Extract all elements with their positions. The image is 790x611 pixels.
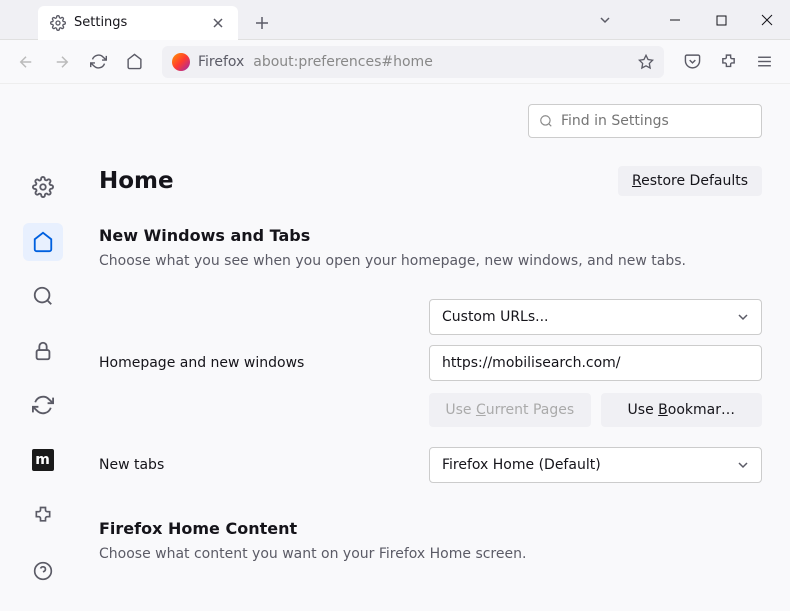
newtabs-value: Firefox Home (Default) bbox=[442, 457, 601, 473]
reload-button[interactable] bbox=[82, 46, 114, 78]
search-icon bbox=[539, 114, 553, 128]
settings-main: Home Restore Defaults New Windows and Ta… bbox=[85, 84, 790, 611]
newtabs-label: New tabs bbox=[99, 457, 429, 473]
toolbar: Firefox about:preferences#home bbox=[0, 40, 790, 84]
section-home-content-title: Firefox Home Content bbox=[99, 519, 762, 538]
section-new-windows-desc: Choose what you see when you open your h… bbox=[99, 253, 762, 269]
url-identity: Firefox about:preferences#home bbox=[198, 54, 630, 70]
homepage-mode-select[interactable]: Custom URLs... bbox=[429, 299, 762, 335]
sidebar-home[interactable] bbox=[23, 223, 63, 262]
menu-button[interactable] bbox=[748, 46, 780, 78]
forward-button[interactable] bbox=[46, 46, 78, 78]
section-home-content-desc: Choose what content you want on your Fir… bbox=[99, 546, 762, 562]
tab-dropdown-icon[interactable] bbox=[590, 0, 620, 40]
homepage-mode-value: Custom URLs... bbox=[442, 309, 549, 325]
homepage-url-input[interactable] bbox=[429, 345, 762, 381]
close-window-button[interactable] bbox=[744, 0, 790, 40]
gear-icon bbox=[50, 15, 66, 31]
settings-sidebar: m bbox=[0, 84, 85, 611]
newtabs-select[interactable]: Firefox Home (Default) bbox=[429, 447, 762, 483]
page-title: Home bbox=[99, 168, 174, 194]
chevron-down-icon bbox=[737, 311, 749, 323]
sidebar-help[interactable] bbox=[23, 551, 63, 591]
use-bookmark-button[interactable]: Use Bookmar… bbox=[601, 393, 763, 427]
extensions-icon[interactable] bbox=[712, 46, 744, 78]
firefox-icon bbox=[172, 53, 190, 71]
tab-title: Settings bbox=[74, 15, 127, 30]
back-button[interactable] bbox=[10, 46, 42, 78]
sidebar-search[interactable] bbox=[23, 277, 63, 316]
sidebar-general[interactable] bbox=[23, 168, 63, 207]
chevron-down-icon bbox=[737, 459, 749, 471]
sidebar-more[interactable]: m bbox=[23, 441, 63, 480]
maximize-button[interactable] bbox=[698, 0, 744, 40]
homepage-label: Homepage and new windows bbox=[99, 355, 429, 371]
sidebar-privacy[interactable] bbox=[23, 332, 63, 371]
m-icon: m bbox=[32, 449, 54, 471]
home-button[interactable] bbox=[118, 46, 150, 78]
title-bar: Settings bbox=[0, 0, 790, 40]
new-tab-button[interactable] bbox=[248, 9, 276, 37]
close-tab-icon[interactable] bbox=[210, 15, 226, 31]
bookmark-star-icon[interactable] bbox=[638, 54, 654, 70]
sidebar-extensions[interactable] bbox=[23, 495, 63, 535]
sidebar-sync[interactable] bbox=[23, 386, 63, 425]
minimize-button[interactable] bbox=[652, 0, 698, 40]
window-controls bbox=[652, 0, 790, 40]
use-current-pages-button[interactable]: Use Current Pages bbox=[429, 393, 591, 427]
find-in-settings[interactable] bbox=[528, 104, 762, 138]
browser-tab[interactable]: Settings bbox=[38, 6, 238, 40]
section-new-windows-title: New Windows and Tabs bbox=[99, 226, 762, 245]
url-bar[interactable]: Firefox about:preferences#home bbox=[162, 46, 664, 78]
restore-defaults-button[interactable]: Restore Defaults bbox=[618, 166, 762, 196]
pocket-icon[interactable] bbox=[676, 46, 708, 78]
find-in-settings-input[interactable] bbox=[561, 113, 751, 129]
